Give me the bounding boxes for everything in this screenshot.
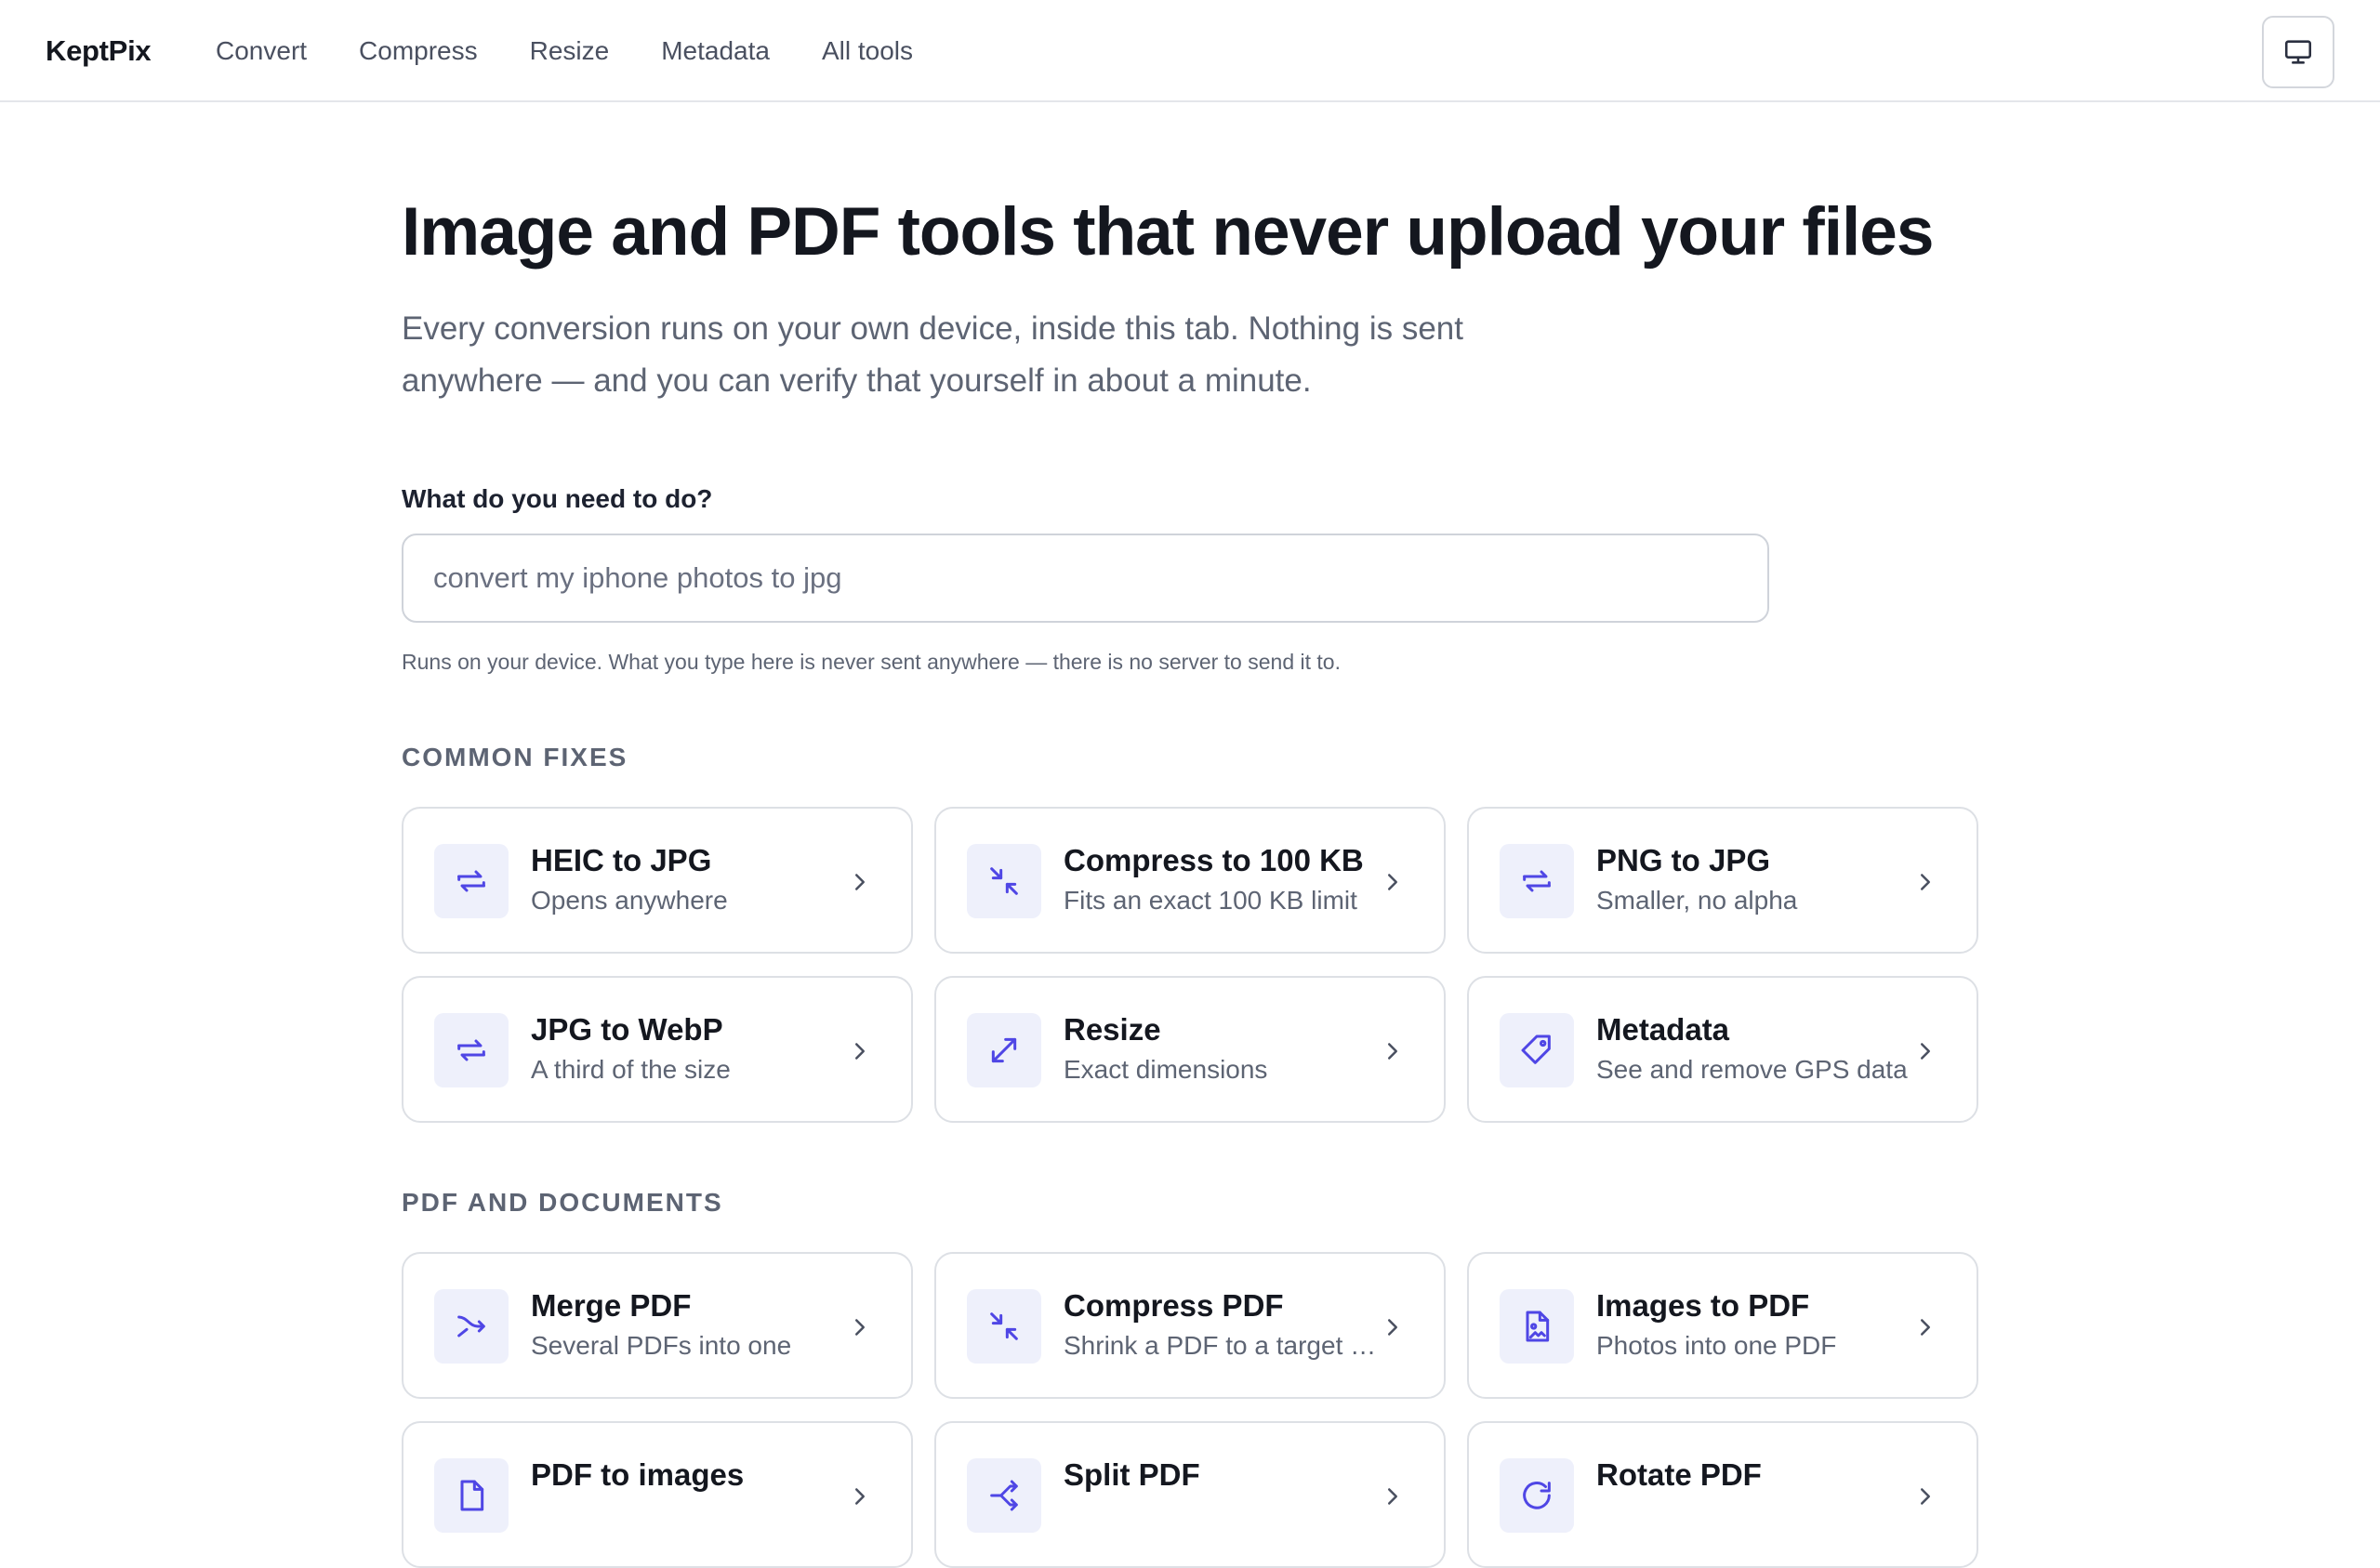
tag-icon [1500,1013,1574,1087]
compress-arrows-icon [967,844,1041,918]
nav-compress[interactable]: Compress [359,36,478,66]
top-bar: KeptPix Convert Compress Resize Metadata… [0,0,2380,102]
tool-card-resize[interactable]: Resize Exact dimensions [934,976,1446,1123]
tool-card-images-to-pdf[interactable]: Images to PDF Photos into one PDF [1467,1252,1978,1399]
nav-resize[interactable]: Resize [530,36,610,66]
chevron-right-icon [855,1043,865,1060]
card-title: JPG to WebP [531,1012,723,1047]
search-input[interactable] [402,534,1769,623]
convert-arrows-icon [434,844,509,918]
chevron-right-icon [1388,1043,1397,1060]
card-title: Rotate PDF [1596,1457,1762,1492]
card-title: Resize [1064,1012,1161,1047]
compress-arrows-icon [967,1289,1041,1364]
tool-card-pdf-to-images[interactable]: PDF to images [402,1421,913,1568]
card-title: PDF to images [531,1457,745,1492]
page-title: Image and PDF tools that never upload yo… [402,194,1935,270]
chevron-right-icon [1388,874,1397,890]
card-description: Exact dimensions [1064,1054,1268,1084]
tool-card-jpg-to-webp[interactable]: JPG to WebP A third of the size [402,976,913,1123]
card-description: Several PDFs into one [531,1330,792,1360]
image-file-icon [1500,1289,1574,1364]
pdf-tools-grid: Merge PDF Several PDFs into one Compress… [402,1252,1978,1568]
card-title: Merge PDF [531,1288,692,1323]
nav-all-tools[interactable]: All tools [822,36,913,66]
card-title: PNG to JPG [1596,843,1771,877]
chevron-right-icon [855,874,865,890]
file-icon [434,1458,509,1533]
card-title: HEIC to JPG [531,843,712,877]
tool-card-compress-to-100kb[interactable]: Compress to 100 KB Fits an exact 100 KB … [934,807,1446,954]
section-heading-common-fixes: COMMON FIXES [402,743,628,771]
split-icon [967,1458,1041,1533]
card-description: Shrink a PDF to a target size [1064,1330,1379,1360]
page-subtitle: Every conversion runs on your own device… [402,310,1463,399]
section-heading-pdf: PDF AND DOCUMENTS [402,1188,723,1217]
tool-card-heic-to-jpg[interactable]: HEIC to JPG Opens anywhere [402,807,913,954]
common-fixes-grid: HEIC to JPG Opens anywhere Compress to 1… [402,807,1978,1123]
card-title: Metadata [1596,1012,1730,1047]
nav-metadata[interactable]: Metadata [661,36,770,66]
convert-arrows-icon [434,1013,509,1087]
card-description: A third of the size [531,1054,731,1084]
chevron-right-icon [1388,1319,1397,1336]
tool-card-merge-pdf[interactable]: Merge PDF Several PDFs into one [402,1252,913,1399]
tool-card-rotate-pdf[interactable]: Rotate PDF [1467,1421,1978,1568]
nav-convert[interactable]: Convert [216,36,307,66]
rotate-icon [1500,1458,1574,1533]
chevron-right-icon [1921,1043,1930,1060]
privacy-note: Runs on your device. What you type here … [402,650,1341,674]
monitor-icon [2284,40,2312,64]
display-mode-button[interactable] [2262,16,2334,88]
chevron-right-icon [1921,874,1930,890]
merge-icon [434,1289,509,1364]
card-title: Split PDF [1064,1457,1200,1492]
card-description: Opens anywhere [531,885,728,915]
card-description: Smaller, no alpha [1596,885,1798,915]
resize-arrows-icon [967,1013,1041,1087]
tool-card-png-to-jpg[interactable]: PNG to JPG Smaller, no alpha [1467,807,1978,954]
card-title: Compress PDF [1064,1288,1284,1323]
card-title: Images to PDF [1596,1288,1810,1323]
card-description: See and remove GPS data [1596,1054,1908,1084]
search-label: What do you need to do? [402,484,713,513]
main-nav: Convert Compress Resize Metadata All too… [216,0,913,102]
card-title: Compress to 100 KB [1064,843,1364,877]
tool-card-metadata[interactable]: Metadata See and remove GPS data [1467,976,1978,1123]
chevron-right-icon [1921,1319,1930,1336]
tool-card-split-pdf[interactable]: Split PDF [934,1421,1446,1568]
tool-card-compress-pdf[interactable]: Compress PDF Shrink a PDF to a target si… [934,1252,1446,1399]
convert-arrows-icon [1500,844,1574,918]
brand-logo[interactable]: KeptPix [46,0,152,102]
card-description: Photos into one PDF [1596,1330,1837,1360]
chevron-right-icon [855,1319,865,1336]
card-description: Fits an exact 100 KB limit [1064,885,1357,915]
